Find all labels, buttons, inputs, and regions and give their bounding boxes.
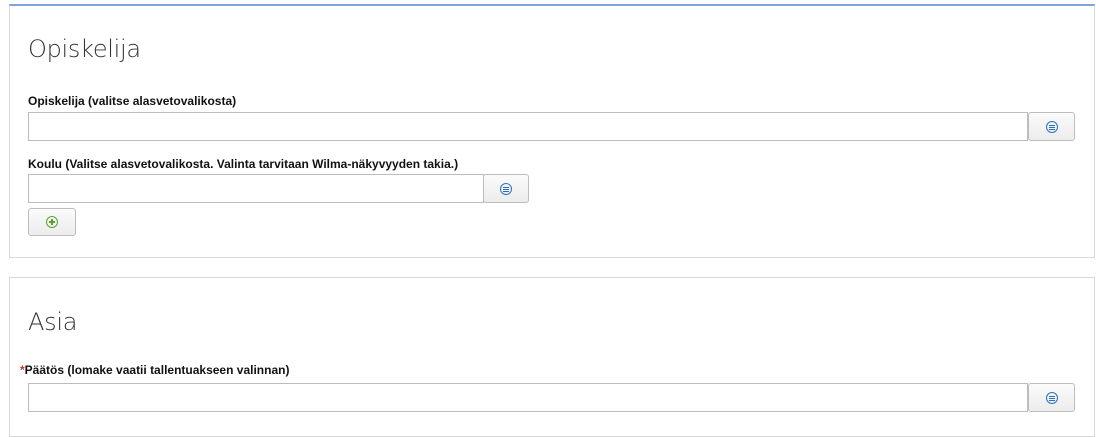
decision-select-button[interactable] bbox=[1028, 383, 1075, 412]
school-input[interactable] bbox=[28, 174, 484, 203]
student-panel: Opiskelija Opiskelija (valitse alasvetov… bbox=[9, 4, 1095, 258]
list-select-icon bbox=[1045, 391, 1058, 404]
add-button[interactable] bbox=[28, 208, 76, 236]
school-select-button[interactable] bbox=[483, 174, 529, 203]
decision-field-label: *Päätös (lomake vaatii tallentuakseen va… bbox=[20, 363, 289, 377]
section-title-student: Opiskelija bbox=[28, 35, 141, 63]
add-circle-icon bbox=[46, 216, 58, 228]
school-field-label: Koulu (Valitse alasvetovalikosta. Valint… bbox=[28, 157, 459, 171]
list-select-icon bbox=[1045, 120, 1058, 133]
decision-input[interactable] bbox=[28, 383, 1028, 412]
decision-label-text: Päätös (lomake vaatii tallentuakseen val… bbox=[24, 363, 290, 377]
section-title-matter: Asia bbox=[28, 308, 78, 336]
matter-panel: Asia *Päätös (lomake vaatii tallentuakse… bbox=[9, 277, 1095, 437]
student-field-label: Opiskelija (valitse alasvetovalikosta) bbox=[28, 94, 237, 108]
student-select-button[interactable] bbox=[1028, 112, 1075, 141]
student-input[interactable] bbox=[28, 112, 1028, 141]
list-select-icon bbox=[500, 182, 512, 195]
